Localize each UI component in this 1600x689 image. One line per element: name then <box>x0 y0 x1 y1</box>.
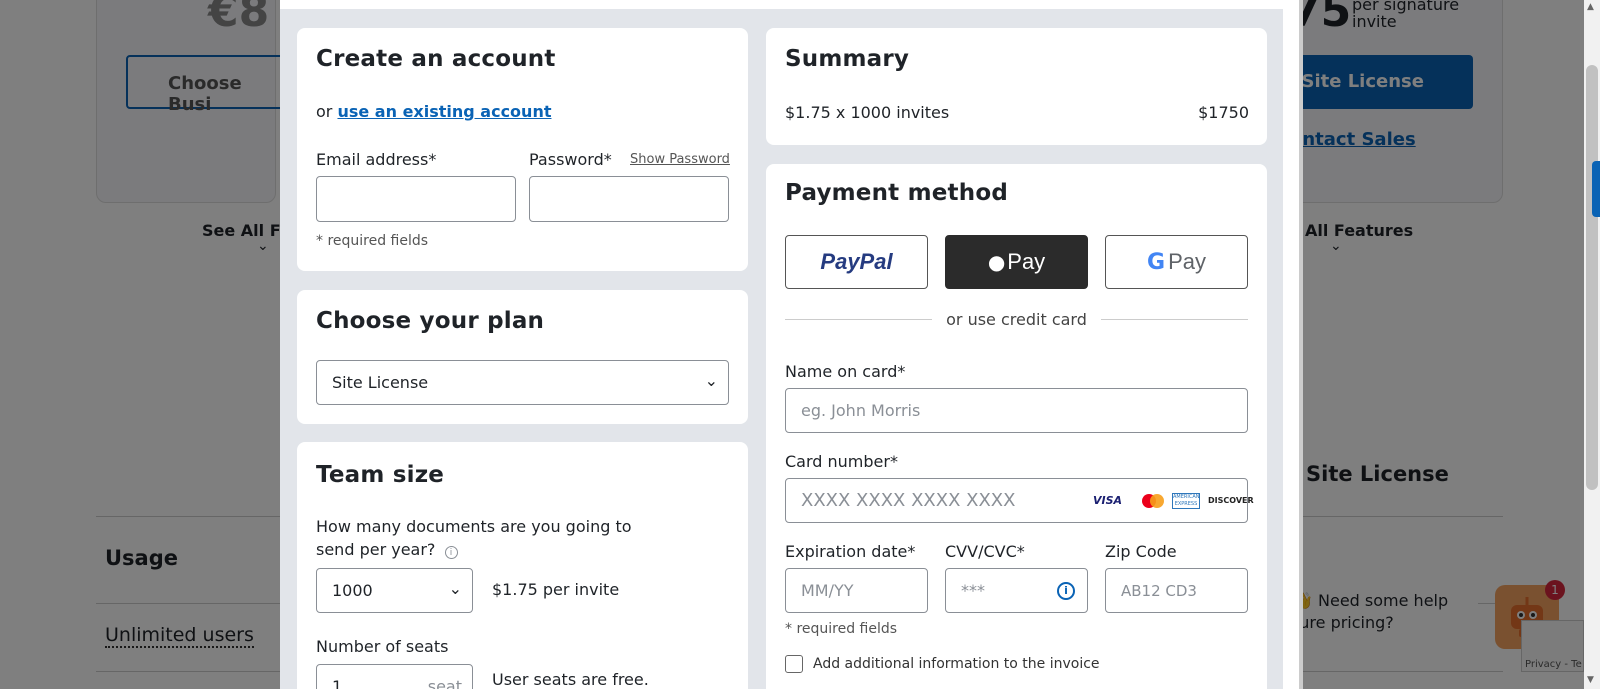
create-account-panel: Create an account or use an existing acc… <box>297 28 748 271</box>
plan-select[interactable]: Site License ⌄ <box>316 360 729 405</box>
cvv-label: CVV/CVC* <box>945 542 1025 561</box>
team-size-panel: Team size How many documents are you goi… <box>297 442 748 689</box>
seats-note: User seats are free. <box>492 670 649 689</box>
discover-icon: DISCOVER <box>1208 496 1254 505</box>
info-icon[interactable]: i <box>444 546 458 559</box>
payment-method-title: Payment method <box>785 180 1008 206</box>
password-field[interactable] <box>529 176 729 222</box>
seats-input[interactable]: 1 seat <box>316 664 473 689</box>
google-g-icon: G <box>1147 249 1166 275</box>
apple-icon: ● <box>987 250 1006 274</box>
modal-top-edge <box>280 0 1283 9</box>
credit-card-divider: or use credit card <box>785 310 1248 329</box>
divider-line <box>785 319 933 320</box>
card-number-field[interactable]: XXXX XXXX XXXX XXXX VISA AMERICAN EXPRES… <box>785 478 1254 523</box>
google-pay-label: Pay <box>1168 249 1206 274</box>
choose-plan-panel: Choose your plan Site License ⌄ <box>297 290 748 424</box>
per-invite-price: $1.75 per invite <box>492 580 620 599</box>
scroll-up-arrow[interactable]: ▲ <box>1587 2 1594 12</box>
payment-required-note: * required fields <box>785 621 898 637</box>
choose-plan-title: Choose your plan <box>316 308 545 334</box>
apple-pay-label: Pay <box>1007 249 1046 274</box>
documents-question: How many documents are you going to send… <box>316 515 666 561</box>
show-password-link[interactable]: Show Password <box>630 152 730 167</box>
use-existing-account-link[interactable]: use an existing account <box>337 102 551 121</box>
scroll-down-arrow[interactable]: ▼ <box>1587 675 1594 685</box>
cvv-field[interactable]: *** i <box>945 568 1088 613</box>
summary-title: Summary <box>785 46 910 72</box>
team-size-title: Team size <box>316 462 445 488</box>
google-pay-button[interactable]: G Pay <box>1105 235 1248 289</box>
additional-info-row[interactable]: Add additional information to the invoic… <box>785 655 1100 673</box>
zip-code-field[interactable]: AB12 CD3 <box>1105 568 1248 613</box>
seats-label: Number of seats <box>316 637 449 656</box>
expiration-label: Expiration date* <box>785 542 916 561</box>
credit-card-divider-text: or use credit card <box>946 310 1087 329</box>
name-on-card-placeholder: eg. John Morris <box>801 401 921 420</box>
card-number-label: Card number* <box>785 452 898 471</box>
plan-select-value: Site License <box>332 373 429 392</box>
email-field[interactable] <box>316 176 516 222</box>
modal-right-shadow <box>1299 0 1303 689</box>
mastercard-icon <box>1141 493 1165 509</box>
summary-total: $1750 <box>1198 103 1249 122</box>
seats-suffix: seat <box>427 677 462 689</box>
amex-icon: AMERICAN EXPRESS <box>1172 493 1200 509</box>
name-on-card-field[interactable]: eg. John Morris <box>785 388 1248 433</box>
paypal-logo: PayPal <box>820 249 893 274</box>
email-label: Email address* <box>316 150 437 169</box>
password-label: Password* <box>529 150 612 169</box>
seats-value: 1 <box>332 677 343 689</box>
amex-text: AMERICAN EXPRESS <box>1173 494 1200 507</box>
zip-code-placeholder: AB12 CD3 <box>1121 581 1197 600</box>
documents-question-text: How many documents are you going to send… <box>316 517 632 559</box>
feedback-tab[interactable] <box>1592 161 1600 217</box>
apple-pay-button[interactable]: ● Pay <box>945 235 1088 289</box>
documents-select-value: 1000 <box>332 581 373 600</box>
additional-info-label: Add additional information to the invoic… <box>813 656 1100 672</box>
summary-panel: Summary $1.75 x 1000 invites $1750 <box>766 28 1267 145</box>
page-scrollbar[interactable]: ▲ ▼ <box>1584 0 1600 689</box>
payment-method-panel: Payment method PayPal ● Pay G Pay or use… <box>766 164 1267 689</box>
chevron-down-icon: ⌄ <box>448 579 462 598</box>
expiration-placeholder: MM/YY <box>801 581 854 600</box>
checkout-modal: Create an account or use an existing acc… <box>280 0 1283 689</box>
modal-right-edge <box>1283 0 1299 689</box>
or-text: or <box>316 102 333 121</box>
zip-code-label: Zip Code <box>1105 542 1177 561</box>
expiration-field[interactable]: MM/YY <box>785 568 928 613</box>
required-fields-note: * required fields <box>316 233 429 249</box>
chevron-down-icon: ⌄ <box>704 371 718 390</box>
name-on-card-label: Name on card* <box>785 362 906 381</box>
create-account-title: Create an account <box>316 46 556 72</box>
divider-line <box>1100 319 1248 320</box>
visa-icon: VISA <box>1093 494 1123 507</box>
summary-line: $1.75 x 1000 invites <box>785 103 950 122</box>
info-icon[interactable]: i <box>1057 581 1075 600</box>
existing-account-row: or use an existing account <box>316 102 551 121</box>
additional-info-checkbox[interactable] <box>785 655 803 673</box>
scrollbar-thumb[interactable] <box>1586 65 1598 490</box>
card-number-placeholder: XXXX XXXX XXXX XXXX <box>801 490 1016 511</box>
paypal-button[interactable]: PayPal <box>785 235 928 289</box>
cvv-placeholder: *** <box>961 581 985 600</box>
documents-select[interactable]: 1000 ⌄ <box>316 568 473 613</box>
